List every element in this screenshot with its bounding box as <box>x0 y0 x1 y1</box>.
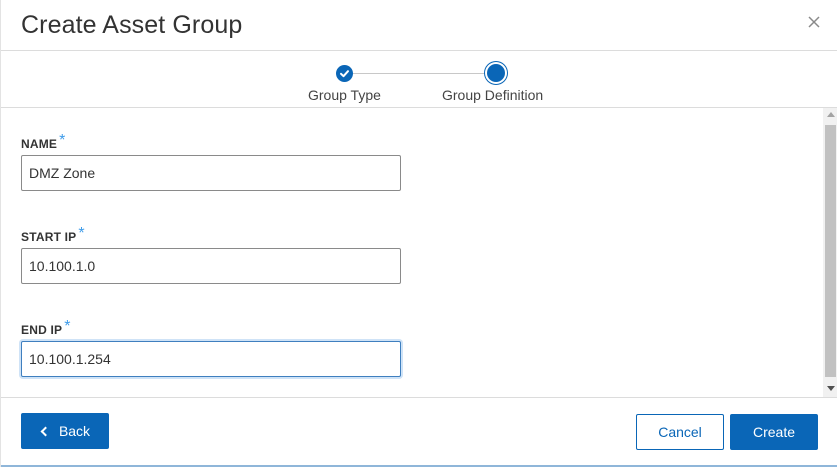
form-body: NAME* START IP* END IP* <box>1 108 823 397</box>
required-marker: * <box>59 132 66 149</box>
vertical-scrollbar[interactable] <box>823 108 837 397</box>
check-icon <box>340 70 349 78</box>
scrollbar-thumb[interactable] <box>825 125 836 377</box>
scroll-down-arrow-icon[interactable] <box>827 386 835 391</box>
required-marker: * <box>64 318 71 335</box>
back-button-label: Back <box>58 423 91 439</box>
stepper-connector <box>353 73 487 74</box>
scroll-up-arrow-icon[interactable] <box>827 112 835 117</box>
step-completed-indicator[interactable] <box>336 65 353 82</box>
wizard-stepper: Group Type Group Definition <box>1 51 837 108</box>
dialog-title: Create Asset Group <box>21 11 243 39</box>
create-button[interactable]: Create <box>730 414 818 450</box>
chevron-left-icon <box>40 426 51 436</box>
required-marker: * <box>78 225 85 242</box>
end-ip-label: END IP * <box>21 318 71 337</box>
close-icon[interactable] <box>806 14 822 30</box>
start-ip-input[interactable] <box>21 248 401 284</box>
create-asset-group-dialog: Create Asset Group Group Type Group Defi… <box>0 0 837 467</box>
step-label-group-definition: Group Definition <box>442 87 544 103</box>
step-label-group-type[interactable]: Group Type <box>308 87 381 103</box>
end-ip-input[interactable] <box>21 341 401 377</box>
name-input[interactable] <box>21 155 401 191</box>
back-button[interactable]: Back <box>21 413 109 449</box>
step-active-indicator <box>487 64 505 82</box>
dialog-header: Create Asset Group <box>1 0 837 51</box>
name-label: NAME * <box>21 132 66 151</box>
dialog-footer: Back Cancel Create <box>1 397 837 467</box>
cancel-button[interactable]: Cancel <box>636 414 724 450</box>
start-ip-label: START IP * <box>21 225 85 244</box>
